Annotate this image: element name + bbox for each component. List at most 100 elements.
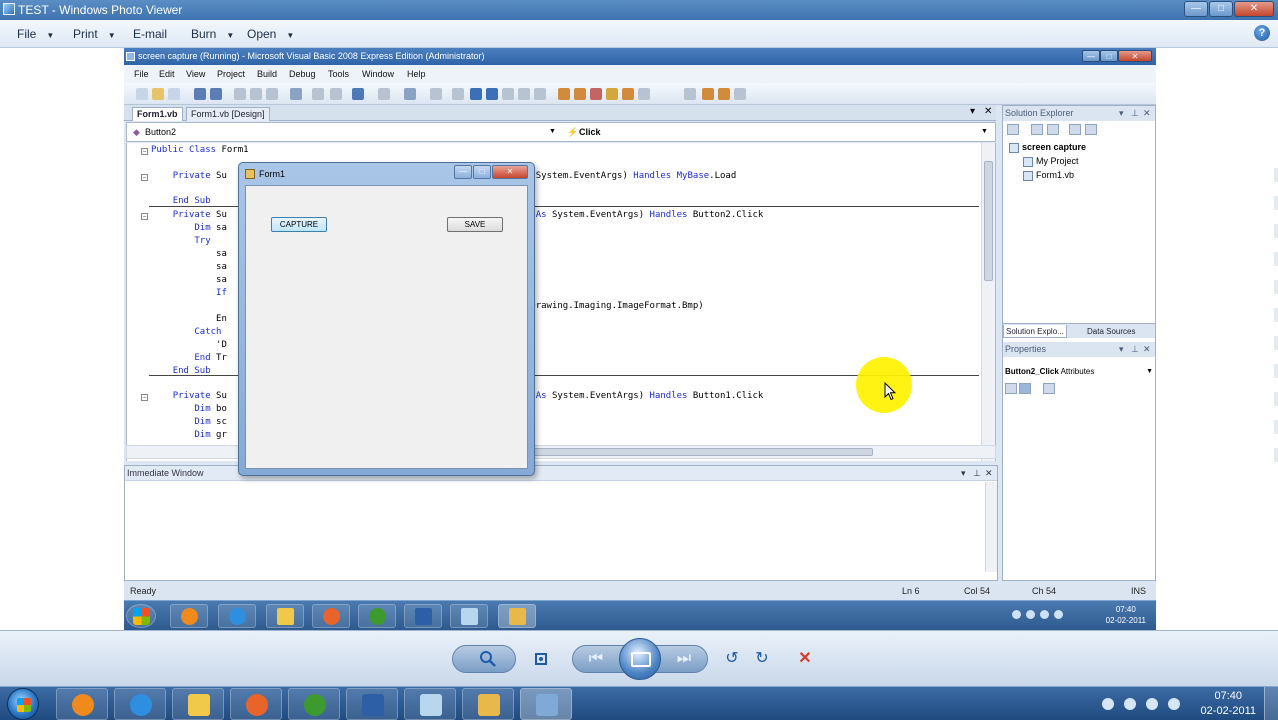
copy-icon[interactable] <box>250 88 262 100</box>
vs-minimize-button[interactable]: — <box>1082 50 1100 62</box>
vs-menu-tools[interactable]: Tools <box>328 69 349 79</box>
properties-icon[interactable] <box>574 88 586 100</box>
form1-close-button[interactable]: ✕ <box>492 165 528 179</box>
explorer-taskbar-button[interactable] <box>172 688 224 720</box>
minimize-button[interactable]: — <box>1184 1 1208 17</box>
tab-form1-design[interactable]: Form1.vb [Design] <box>186 107 270 121</box>
tab-list-icon[interactable]: ▾ <box>970 106 975 117</box>
close-icon[interactable]: ✕ <box>985 466 993 481</box>
tree-item-form1[interactable]: Form1.vb <box>1023 170 1074 181</box>
start-button[interactable] <box>7 688 39 720</box>
tree-item-solution[interactable]: screen capture <box>1009 142 1086 153</box>
rotate-counterclockwise-icon[interactable]: ↺ <box>718 645 746 673</box>
pin-icon[interactable]: ⊥ <box>1131 106 1139 121</box>
vs-close-button[interactable]: ✕ <box>1118 50 1152 62</box>
alphabetical-icon[interactable] <box>1019 383 1031 394</box>
toolbox-icon[interactable] <box>606 88 618 100</box>
previous-icon[interactable]: ⏮ <box>582 645 610 673</box>
align-icon[interactable] <box>718 88 730 100</box>
network-tray-icon[interactable] <box>1146 698 1158 710</box>
categorized-icon[interactable] <box>1005 383 1017 394</box>
close-button[interactable]: ✕ <box>1234 1 1274 17</box>
form1-maximize-button[interactable]: □ <box>473 165 491 179</box>
vs-menu-debug[interactable]: Debug <box>289 69 316 79</box>
vs-menu-file[interactable]: File <box>134 69 149 79</box>
show-desktop-button[interactable] <box>1264 687 1278 720</box>
navigate-back-icon[interactable] <box>404 88 416 100</box>
save-all-icon[interactable] <box>210 88 222 100</box>
photo-viewer-taskbar-button[interactable] <box>520 688 572 720</box>
error-list-icon[interactable] <box>622 88 634 100</box>
tree-item-my-project[interactable]: My Project <box>1023 156 1079 167</box>
view-designer-icon[interactable] <box>1085 124 1097 135</box>
vs-menu-build[interactable]: Build <box>257 69 277 79</box>
step-over-icon[interactable] <box>518 88 530 100</box>
editor-vertical-scrollbar[interactable] <box>981 143 995 461</box>
menu-burn[interactable]: Burn ▼ <box>191 27 234 41</box>
form1-minimize-button[interactable]: — <box>454 165 472 179</box>
vs-menu-project[interactable]: Project <box>217 69 245 79</box>
window-position-icon[interactable]: ▾ <box>961 466 966 481</box>
tab-data-sources[interactable]: Data Sources <box>1085 325 1137 338</box>
size-icon[interactable] <box>734 88 746 100</box>
volume-tray-icon[interactable] <box>1168 698 1180 710</box>
close-icon[interactable]: ✕ <box>1143 106 1151 121</box>
comment-icon[interactable] <box>312 88 324 100</box>
add-item-icon[interactable] <box>168 88 180 100</box>
undo-icon[interactable] <box>352 88 364 100</box>
next-icon[interactable]: ⏭ <box>670 645 698 673</box>
maximize-button[interactable]: □ <box>1209 1 1233 17</box>
security-tray-icon[interactable] <box>1124 698 1136 710</box>
media-player-taskbar-button[interactable] <box>56 688 108 720</box>
solution-explorer-icon[interactable] <box>558 88 570 100</box>
save-icon[interactable] <box>194 88 206 100</box>
start-page-icon[interactable] <box>638 88 650 100</box>
immediate-window[interactable]: Immediate Window ▾ ⊥ ✕ <box>124 465 998 581</box>
immediate-scrollbar[interactable] <box>985 482 997 572</box>
vs-maximize-button[interactable]: □ <box>1100 50 1118 62</box>
tab-form1-vb[interactable]: Form1.vb <box>132 107 183 121</box>
utorrent-tray-icon[interactable] <box>1102 698 1114 710</box>
stop-icon[interactable] <box>486 88 498 100</box>
pin-icon[interactable]: ⊥ <box>1131 342 1139 357</box>
utorrent-taskbar-button[interactable] <box>288 688 340 720</box>
open-folder-icon[interactable] <box>152 88 164 100</box>
menu-open[interactable]: Open ▼ <box>247 27 294 41</box>
properties-icon[interactable] <box>1007 124 1019 135</box>
vs-menu-view[interactable]: View <box>186 69 205 79</box>
pin-icon[interactable]: ⊥ <box>973 466 981 481</box>
internet-explorer-taskbar-button[interactable] <box>114 688 166 720</box>
step-out-icon[interactable] <box>534 88 546 100</box>
event-dropdown[interactable]: ⚡ Click ▼ <box>565 125 993 139</box>
collapse-icon[interactable]: − <box>141 148 148 155</box>
visual-basic-taskbar-button[interactable] <box>346 688 398 720</box>
new-project-icon[interactable] <box>136 88 148 100</box>
vs-menu-edit[interactable]: Edit <box>159 69 175 79</box>
scroll-thumb[interactable] <box>507 448 873 456</box>
close-tab-icon[interactable]: ✕ <box>984 106 992 117</box>
layout-icon[interactable] <box>702 88 714 100</box>
save-button[interactable]: SAVE <box>447 217 503 232</box>
firefox-taskbar-button[interactable] <box>230 688 282 720</box>
uncomment-icon[interactable] <box>330 88 342 100</box>
paste-icon[interactable] <box>266 88 278 100</box>
rotate-clockwise-icon[interactable]: ↻ <box>748 645 776 673</box>
property-pages-icon[interactable] <box>1043 383 1055 394</box>
cut-icon[interactable] <box>234 88 246 100</box>
capture-button[interactable]: CAPTURE <box>271 217 327 232</box>
redo-icon[interactable] <box>378 88 390 100</box>
pause-icon[interactable] <box>470 88 482 100</box>
format-icon[interactable] <box>684 88 696 100</box>
delete-icon[interactable]: ✕ <box>791 645 819 673</box>
object-browser-icon[interactable] <box>590 88 602 100</box>
actual-size-icon[interactable] <box>527 645 555 673</box>
help-icon[interactable]: ? <box>1254 25 1270 41</box>
system-clock[interactable]: 07:40 02-02-2011 <box>1201 689 1256 719</box>
refresh-icon[interactable] <box>1047 124 1059 135</box>
navigate-forward-icon[interactable] <box>430 88 442 100</box>
vs-menu-window[interactable]: Window <box>362 69 394 79</box>
window-position-icon[interactable]: ▾ <box>1119 342 1124 357</box>
menu-print[interactable]: Print ▼ <box>73 27 116 41</box>
collapse-icon[interactable]: − <box>141 174 148 181</box>
vs-menu-help[interactable]: Help <box>407 69 426 79</box>
